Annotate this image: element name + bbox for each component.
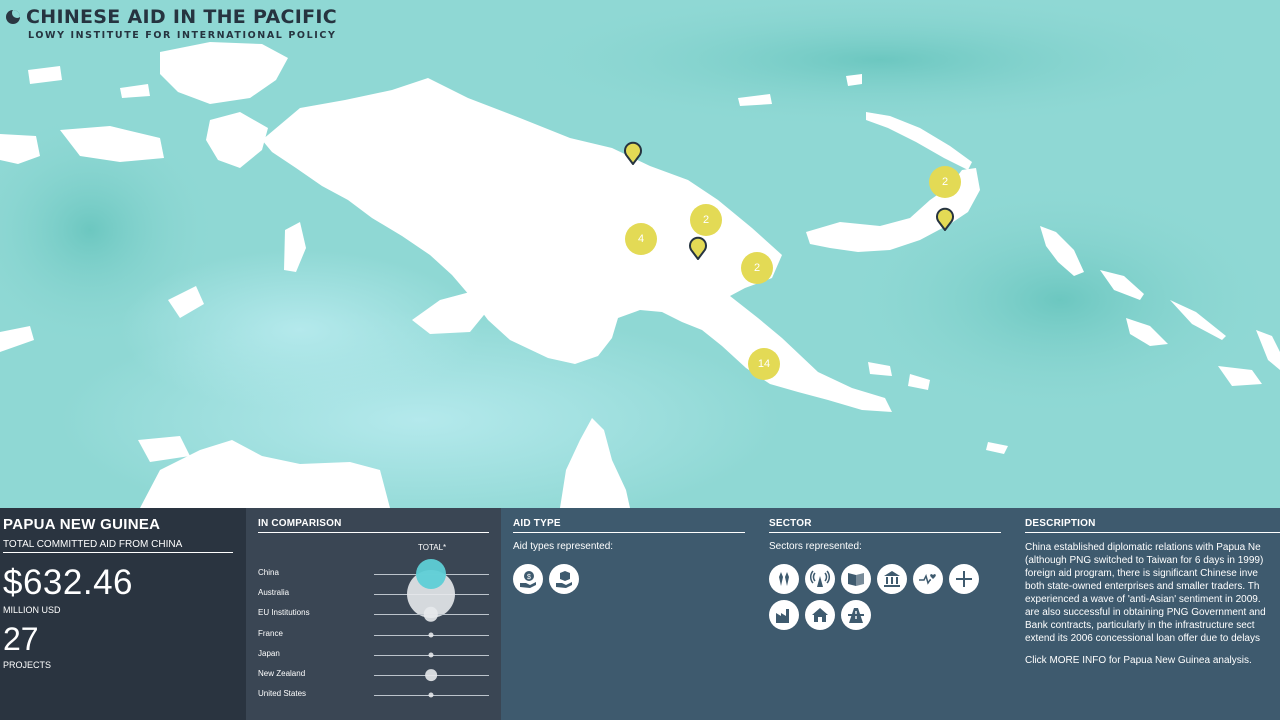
country-name: PAPUA NEW GUINEA <box>3 516 161 533</box>
pin-new-britain[interactable] <box>935 207 955 231</box>
comparison-panel: IN COMPARISON TOTAL* China Australia EU In… <box>246 508 501 720</box>
project-count-label: PROJECTS <box>3 660 52 670</box>
comparison-bubble[interactable] <box>416 559 446 589</box>
pin-wewak[interactable] <box>623 141 643 165</box>
cluster-west[interactable]: 4 <box>625 223 657 255</box>
amount-unit: MILLION USD <box>3 605 61 615</box>
humanitarian-icon[interactable] <box>949 564 979 594</box>
comparison-total-label: TOTAL* <box>418 543 447 552</box>
comparison-title: IN COMPARISON <box>258 518 489 533</box>
map[interactable]: CHINESE AID IN THE PACIFIC LOWY INSTITUT… <box>0 0 1280 508</box>
comparison-row-label: China <box>258 568 279 577</box>
communications-icon[interactable] <box>805 564 835 594</box>
transport-icon[interactable] <box>841 600 871 630</box>
comparison-bubble[interactable] <box>423 607 439 622</box>
description-line: Bank contracts, particularly in the infr… <box>1025 620 1255 631</box>
description-line: (although PNG switched to Taiwan for 6 d… <box>1025 555 1264 566</box>
cluster-east[interactable]: 2 <box>929 166 961 198</box>
sector-subtitle: Sectors represented: <box>769 541 862 552</box>
app-header: CHINESE AID IN THE PACIFIC LOWY INSTITUT… <box>6 6 337 41</box>
comparison-bubble[interactable] <box>428 632 434 638</box>
aid-type-title: AID TYPE <box>513 518 745 533</box>
cluster-central[interactable]: 2 <box>741 252 773 284</box>
description-line: experienced a wave of 'anti-Asian' senti… <box>1025 594 1261 605</box>
project-count: 27 <box>3 621 39 657</box>
country-panel: PAPUA NEW GUINEA TOTAL COMMITTED AID FRO… <box>0 508 246 720</box>
svg-text:$: $ <box>527 574 531 581</box>
island-north-east <box>846 74 862 86</box>
education-icon[interactable] <box>841 564 871 594</box>
more-info-hint[interactable]: Click MORE INFO for Papua New Guinea ana… <box>1025 655 1280 666</box>
comparison-bubble[interactable] <box>428 652 434 658</box>
description-panel: DESCRIPTION China established diplomatic… <box>1013 508 1280 720</box>
aid-type-subtitle: Aid types represented: <box>513 541 614 552</box>
box-hand-icon[interactable] <box>549 564 579 594</box>
comparison-row-label: Japan <box>258 648 280 658</box>
description-line: extend its 2006 concessional loan offer … <box>1025 633 1260 644</box>
description-line: China established diplomatic relations w… <box>1025 542 1261 553</box>
comparison-bubble[interactable] <box>425 669 437 681</box>
description-line: foreign aid program, there is significan… <box>1025 568 1258 579</box>
sector-panel: SECTOR Sectors represented: <box>757 508 1013 720</box>
money-hand-icon[interactable]: $ <box>513 564 543 594</box>
comparison-bubble[interactable] <box>428 692 434 698</box>
comparison-row-label: Australia <box>258 588 290 598</box>
description-title: DESCRIPTION <box>1025 518 1280 533</box>
agriculture-icon[interactable] <box>769 564 799 594</box>
housing-icon[interactable] <box>805 600 835 630</box>
government-icon[interactable] <box>877 564 907 594</box>
app-title: CHINESE AID IN THE PACIFIC <box>26 6 337 28</box>
deep-water-east <box>840 180 1280 420</box>
comparison-row-label: EU Institutions <box>258 608 310 618</box>
pin-highlands[interactable] <box>688 236 708 260</box>
total-aid-label: TOTAL COMMITTED AID FROM CHINA <box>3 539 233 553</box>
comparison-row-label: New Zealand <box>258 669 306 678</box>
sector-icons <box>769 564 989 630</box>
industry-icon[interactable] <box>769 600 799 630</box>
comparison-row-label: France <box>258 628 283 638</box>
lowy-logo-icon <box>6 10 20 24</box>
cluster-port-moresby[interactable]: 14 <box>748 348 780 380</box>
app-subtitle: LOWY INSTITUTE FOR INTERNATIONAL POLICY <box>28 30 337 41</box>
health-icon[interactable] <box>913 564 943 594</box>
aid-type-panel: AID TYPE Aid types represented: $ <box>501 508 757 720</box>
total-aid-amount: $632.46 <box>3 563 134 602</box>
comparison-row-label: United States <box>258 689 307 699</box>
cluster-north[interactable]: 2 <box>690 204 722 236</box>
description-line: both state-owned enterprises and smaller… <box>1025 581 1260 592</box>
sector-title: SECTOR <box>769 518 1001 533</box>
aid-type-icons: $ <box>513 564 733 594</box>
description-body: China established diplomatic relations w… <box>1025 541 1280 645</box>
description-line: are also successful in obtaining PNG Gov… <box>1025 607 1266 618</box>
